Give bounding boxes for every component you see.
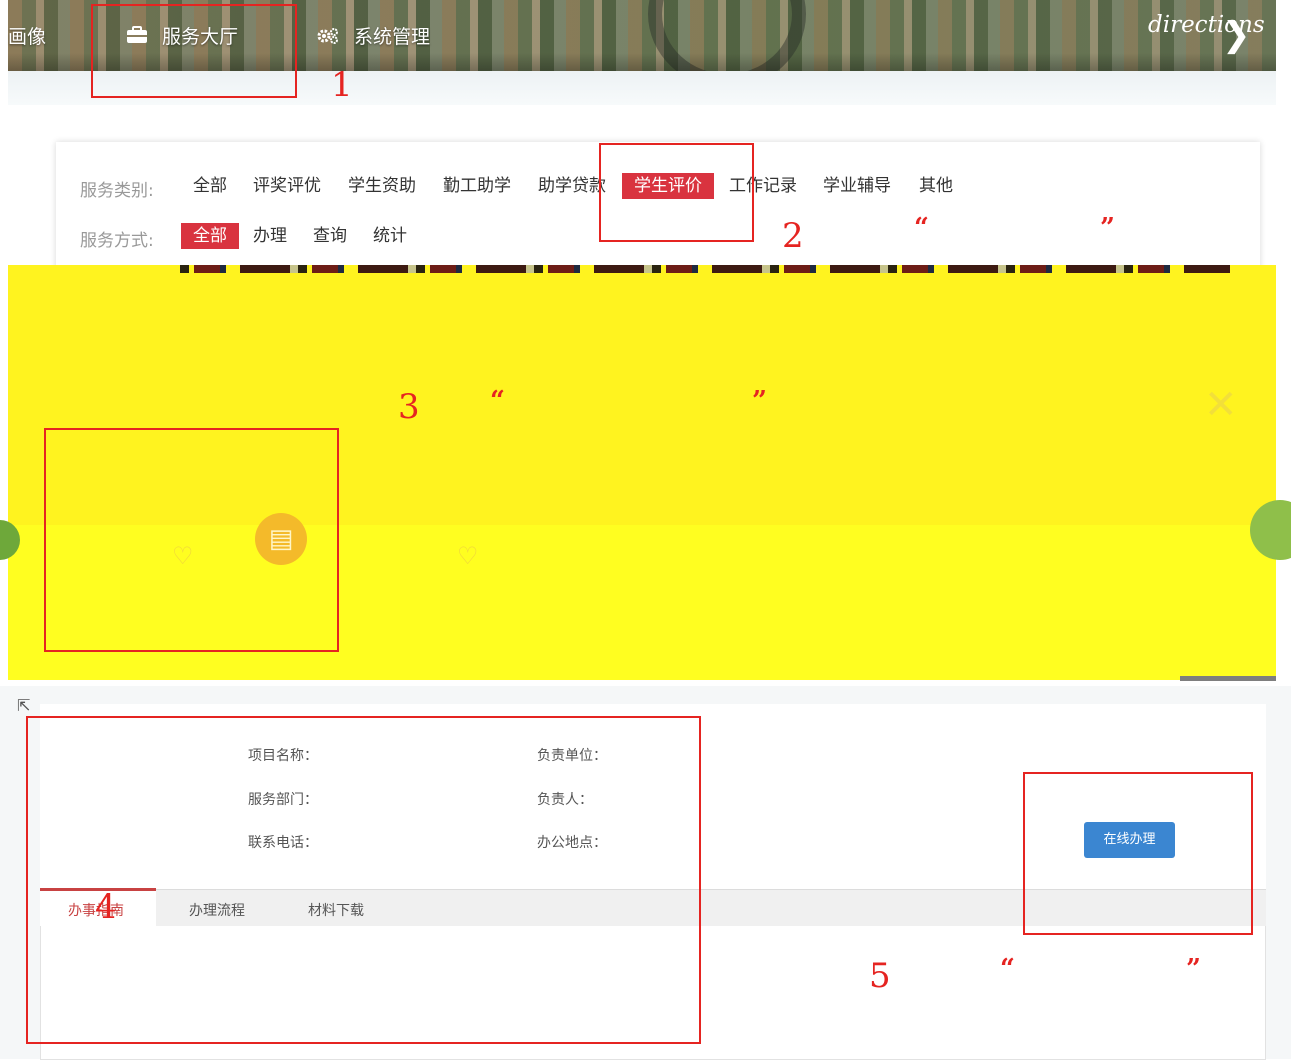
nav-item-system-admin[interactable]: 系统管理 — [316, 22, 446, 50]
annotation-open-quote-5: “ — [1000, 954, 1015, 984]
annotation-box-5 — [1023, 772, 1253, 935]
method-all[interactable]: 全部 — [181, 223, 239, 249]
annotation-number-5: 5 — [869, 956, 891, 996]
redaction-artifact-strip — [180, 265, 1230, 273]
annotation-number-4: 4 — [95, 887, 117, 927]
annotation-box-1 — [91, 4, 297, 98]
method-query[interactable]: 查询 — [308, 223, 352, 249]
category-tutoring[interactable]: 学业辅导 — [818, 173, 896, 199]
annotation-number-2: 2 — [782, 216, 804, 256]
service-method-label: 服务方式: — [80, 231, 154, 251]
chevron-right-icon[interactable]: ❯ — [1222, 18, 1251, 52]
category-other[interactable]: 其他 — [914, 173, 958, 199]
scrollbar-thumb[interactable] — [1180, 676, 1276, 681]
annotation-box-3 — [44, 428, 339, 652]
nav-label-system-admin: 系统管理 — [354, 26, 431, 48]
category-all[interactable]: 全部 — [188, 173, 232, 199]
category-aid[interactable]: 学生资助 — [343, 173, 421, 199]
annotation-number-3: 3 — [398, 387, 420, 427]
nav-item-portrait[interactable]: 画像 — [8, 22, 46, 49]
annotation-close-quote-2: ” — [1100, 213, 1115, 243]
service-category-label: 服务类别: — [80, 181, 154, 201]
annotation-close-quote-5: ” — [1186, 954, 1201, 984]
annotation-box-4 — [26, 716, 701, 1044]
gears-icon — [317, 28, 338, 44]
annotation-open-quote-2: “ — [914, 213, 929, 243]
close-icon[interactable]: ✕ — [1204, 382, 1238, 428]
method-statistics[interactable]: 统计 — [368, 223, 412, 249]
category-work-study[interactable]: 勤工助学 — [438, 173, 516, 199]
method-handle[interactable]: 办理 — [248, 223, 292, 249]
heart-icon[interactable]: ♡ — [457, 542, 479, 570]
category-awards[interactable]: 评奖评优 — [248, 173, 326, 199]
annotation-open-quote-3: “ — [490, 386, 505, 416]
mouse-cursor-icon: ⇱ — [17, 696, 31, 715]
annotation-box-2 — [599, 143, 754, 242]
annotation-close-quote-3: ” — [752, 386, 767, 416]
annotation-number-1: 1 — [331, 65, 353, 105]
